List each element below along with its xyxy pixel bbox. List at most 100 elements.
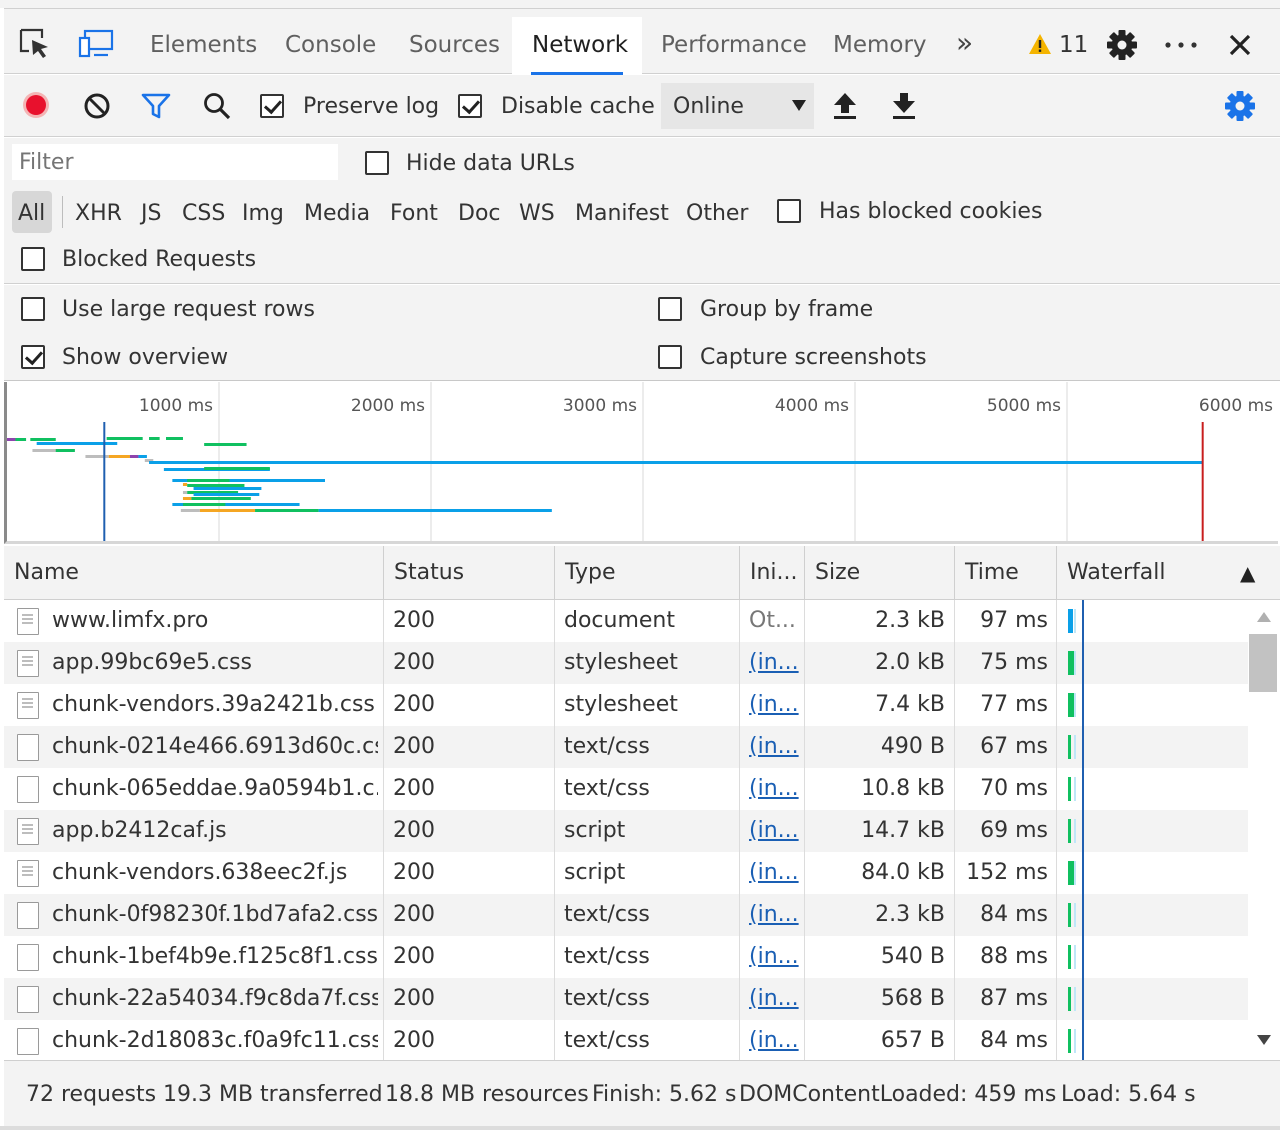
hide-data-urls-checkbox[interactable]	[365, 151, 389, 175]
tab-elements[interactable]: Elements	[130, 17, 277, 75]
scrollbar-thumb[interactable]	[1249, 634, 1277, 692]
column-status[interactable]: Status	[383, 546, 554, 600]
table-row[interactable]: www.limfx.pro 200 document Ot... 2.3 kB 97 ms	[4, 600, 1248, 642]
request-initiator[interactable]: (in...	[749, 894, 801, 936]
has-blocked-cookies-checkbox[interactable]	[777, 199, 801, 223]
preserve-log-checkbox[interactable]	[260, 94, 284, 118]
request-initiator[interactable]: (in...	[749, 936, 801, 978]
filter-type-font[interactable]: Font	[390, 203, 438, 225]
record-icon[interactable]	[22, 91, 50, 119]
request-initiator[interactable]: (in...	[749, 642, 801, 684]
more-options-icon[interactable]	[1164, 41, 1198, 49]
settings-gear-icon[interactable]	[1106, 29, 1138, 61]
filter-type-other[interactable]: Other	[686, 203, 748, 225]
request-name[interactable]: chunk-22a54034.f9c8da7f.css	[52, 978, 378, 1020]
tab-sources[interactable]: Sources	[389, 17, 520, 75]
table-row[interactable]: chunk-0f98230f.1bd7afa2.css 200 text/css (i…	[4, 894, 1248, 936]
table-row[interactable]: chunk-1bef4b9e.f125c8f1.css 200 text/css (i…	[4, 936, 1248, 978]
group-by-frame-label[interactable]: Group by frame	[700, 299, 873, 321]
inspect-element-icon[interactable]	[18, 27, 52, 61]
table-row[interactable]: chunk-2d18083c.f0a9fc11.css 200 text/css (i…	[4, 1020, 1248, 1060]
clear-icon[interactable]	[83, 92, 111, 120]
scroll-up-arrow-icon[interactable]	[1257, 612, 1271, 622]
filter-type-media[interactable]: Media	[304, 203, 370, 225]
import-har-icon[interactable]	[832, 91, 858, 121]
filter-type-css[interactable]: CSS	[182, 203, 225, 225]
sort-ascending-icon[interactable]: ▲	[1240, 563, 1255, 583]
throttling-select[interactable]: Online	[661, 83, 814, 129]
preserve-log-label[interactable]: Preserve log	[303, 96, 439, 118]
warning-count[interactable]: 11	[1059, 34, 1088, 57]
capture-screenshots-checkbox[interactable]	[658, 345, 682, 369]
search-icon[interactable]	[202, 91, 232, 121]
tab-console[interactable]: Console	[265, 17, 396, 75]
request-name[interactable]: app.b2412caf.js	[52, 810, 378, 852]
tab-memory[interactable]: Memory	[813, 17, 947, 75]
tab-network[interactable]: Network	[512, 17, 642, 75]
filter-type-all[interactable]: All	[18, 203, 45, 225]
column-type[interactable]: Type	[554, 546, 739, 600]
export-har-icon[interactable]	[891, 91, 917, 121]
column-name[interactable]: Name	[4, 546, 384, 600]
vertical-scrollbar[interactable]	[1248, 600, 1280, 1060]
request-name[interactable]: app.99bc69e5.css	[52, 642, 378, 684]
warning-icon[interactable]	[1028, 33, 1052, 55]
request-initiator[interactable]: (in...	[749, 684, 801, 726]
group-by-frame-checkbox[interactable]	[658, 297, 682, 321]
hide-data-urls-label[interactable]: Hide data URLs	[406, 153, 575, 175]
table-row[interactable]: chunk-22a54034.f9c8da7f.css 200 text/css (i…	[4, 978, 1248, 1020]
tab-performance[interactable]: Performance	[641, 17, 827, 75]
filter-type-manifest[interactable]: Manifest	[575, 203, 669, 225]
disable-cache-label[interactable]: Disable cache	[501, 96, 655, 118]
table-row[interactable]: app.b2412caf.js 200 script (in... 14.7 kB 69 …	[4, 810, 1248, 852]
table-row[interactable]: chunk-065eddae.9a0594b1.c... 200 text/css (…	[4, 768, 1248, 810]
filter-icon[interactable]	[141, 92, 171, 120]
blocked-requests-checkbox[interactable]	[21, 247, 45, 271]
capture-screenshots-label[interactable]: Capture screenshots	[700, 347, 927, 369]
column-time[interactable]: Time	[954, 546, 1056, 600]
request-name[interactable]: chunk-0214e466.6913d60c.css	[52, 726, 378, 768]
network-overview[interactable]: 1000 ms 2000 ms 3000 ms 4000 ms 5000 ms 6000 …	[4, 382, 1278, 544]
disable-cache-checkbox[interactable]	[458, 94, 482, 118]
column-size[interactable]: Size	[804, 546, 954, 600]
request-name[interactable]: www.limfx.pro	[52, 600, 378, 642]
column-divider	[954, 600, 955, 1060]
request-name[interactable]: chunk-vendors.39a2421b.css	[52, 684, 378, 726]
request-initiator[interactable]: (in...	[749, 1020, 801, 1060]
filter-type-xhr[interactable]: XHR	[75, 203, 122, 225]
filter-type-ws[interactable]: WS	[519, 203, 555, 225]
requests-table: Name Status Type Ini... Size Time Waterf…	[4, 546, 1280, 1060]
close-icon[interactable]	[1228, 33, 1252, 57]
request-initiator[interactable]: (in...	[749, 810, 801, 852]
blocked-requests-label[interactable]: Blocked Requests	[62, 249, 256, 271]
table-row[interactable]: chunk-0214e466.6913d60c.css 200 text/css (i…	[4, 726, 1248, 768]
large-rows-label[interactable]: Use large request rows	[62, 299, 315, 321]
request-name[interactable]: chunk-0f98230f.1bd7afa2.css	[52, 894, 378, 936]
request-initiator[interactable]: (in...	[749, 852, 801, 894]
more-tabs-chevron-icon[interactable]: »	[956, 29, 973, 57]
filter-input[interactable]	[12, 144, 338, 180]
request-name[interactable]: chunk-2d18083c.f0a9fc11.css	[52, 1020, 378, 1060]
request-status: 200	[393, 986, 435, 1011]
request-name[interactable]: chunk-1bef4b9e.f125c8f1.css	[52, 936, 378, 978]
column-initiator[interactable]: Ini...	[739, 546, 804, 600]
table-row[interactable]: chunk-vendors.39a2421b.css 200 stylesheet (…	[4, 684, 1248, 726]
table-row[interactable]: chunk-vendors.638eec2f.js 200 script (in...…	[4, 852, 1248, 894]
filter-type-js[interactable]: JS	[141, 203, 161, 225]
request-time: 69 ms	[980, 818, 1048, 843]
large-rows-checkbox[interactable]	[21, 297, 45, 321]
show-overview-label[interactable]: Show overview	[62, 347, 228, 369]
request-initiator[interactable]: (in...	[749, 726, 801, 768]
has-blocked-cookies-label[interactable]: Has blocked cookies	[819, 201, 1042, 223]
table-row[interactable]: app.99bc69e5.css 200 stylesheet (in... 2.0 k…	[4, 642, 1248, 684]
request-initiator[interactable]: (in...	[749, 768, 801, 810]
scroll-down-arrow-icon[interactable]	[1257, 1035, 1271, 1045]
filter-type-doc[interactable]: Doc	[458, 203, 501, 225]
request-name[interactable]: chunk-065eddae.9a0594b1.c...	[52, 768, 378, 810]
request-initiator[interactable]: (in...	[749, 978, 801, 1020]
device-toolbar-icon[interactable]	[78, 29, 114, 59]
request-name[interactable]: chunk-vendors.638eec2f.js	[52, 852, 378, 894]
filter-type-img[interactable]: Img	[242, 203, 284, 225]
network-settings-gear-icon[interactable]	[1224, 90, 1256, 122]
show-overview-checkbox[interactable]	[21, 345, 45, 369]
